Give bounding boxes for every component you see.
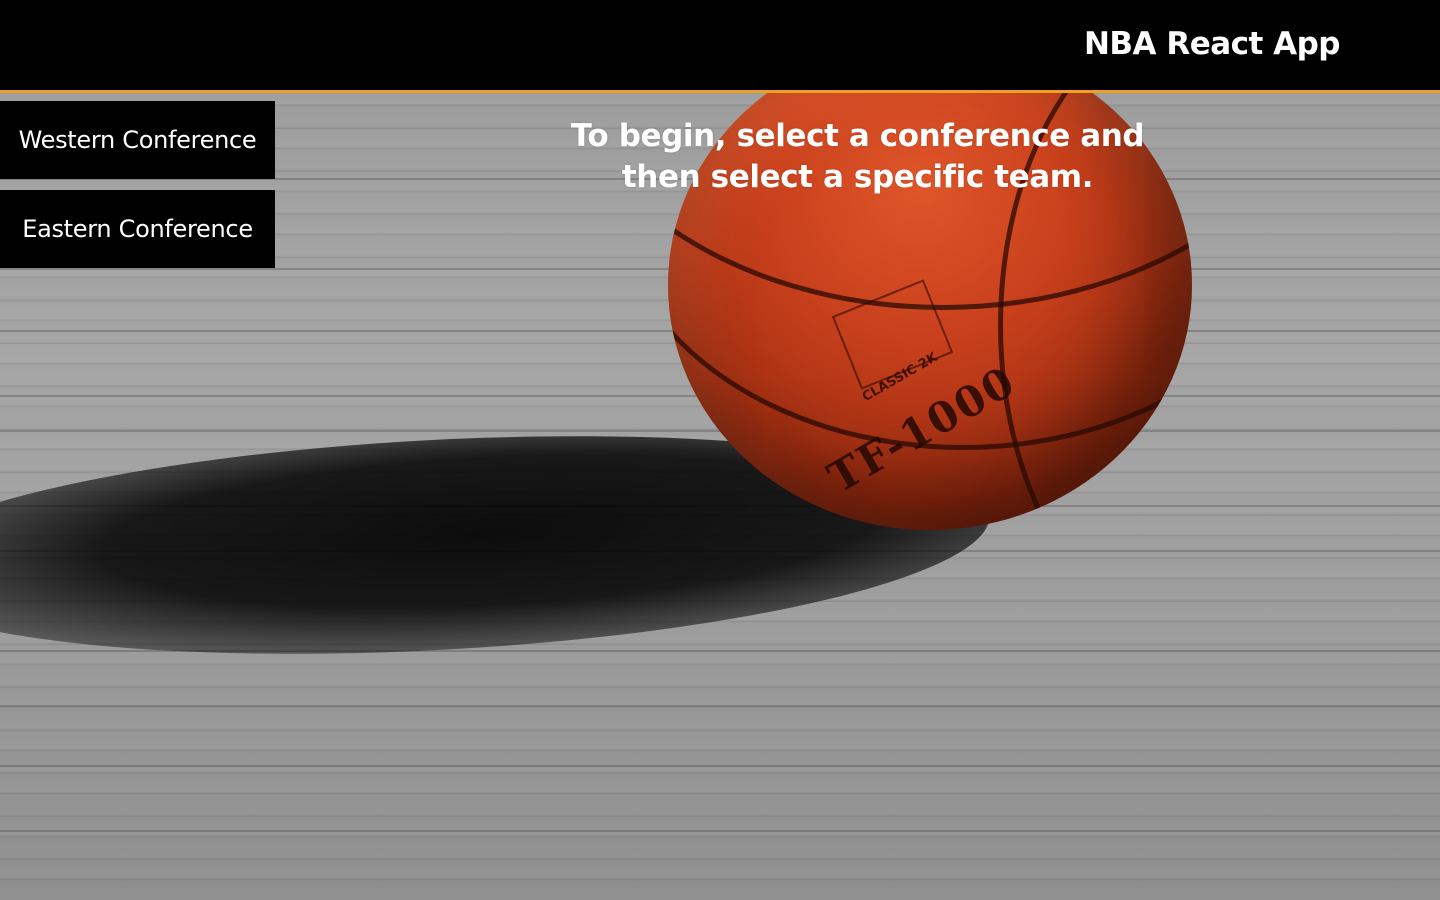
floor-plank-seam <box>0 830 1440 832</box>
app-header: NBA React App <box>0 0 1440 93</box>
floor-plank-seam <box>0 765 1440 767</box>
basketball-image: CLASSIC 2K TF-1000 <box>668 40 1192 530</box>
floor-plank-seam <box>0 705 1440 707</box>
eastern-conference-button[interactable]: Eastern Conference <box>0 190 275 268</box>
instructions-text: To begin, select a conference and then s… <box>570 118 1145 195</box>
app-title: NBA React App <box>1083 26 1341 62</box>
western-conference-button[interactable]: Western Conference <box>0 101 275 179</box>
